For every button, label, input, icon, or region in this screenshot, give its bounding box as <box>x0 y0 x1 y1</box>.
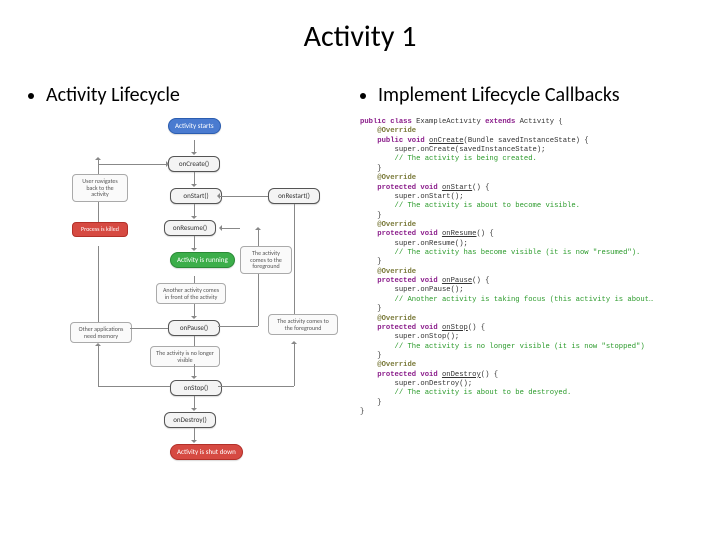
node-activity-shutdown: Activity is shut down <box>170 444 243 460</box>
kw: public void <box>360 137 429 145</box>
node-onresume: onResume() <box>164 220 216 236</box>
left-bullet-text: Activity Lifecycle <box>46 83 180 108</box>
kw: protected void <box>360 324 442 332</box>
arrow <box>98 386 170 387</box>
txt: } <box>360 258 382 266</box>
fn: onResume <box>442 230 477 238</box>
bullet-icon <box>28 93 34 99</box>
txt: super.onResume(); <box>360 240 468 248</box>
comment: // The activity is about to be destroyed… <box>360 389 571 397</box>
arrow <box>194 140 195 154</box>
txt: super.onCreate(savedInstanceState); <box>360 146 545 154</box>
txt: } <box>360 165 382 173</box>
annotation: @Override <box>360 268 416 276</box>
arrow <box>194 204 195 218</box>
arrow <box>98 202 99 222</box>
comment: // The activity is no longer visible (it… <box>360 343 645 351</box>
kw: extends <box>485 118 520 126</box>
node-onstop: onStop() <box>170 380 222 396</box>
arrow <box>130 328 168 329</box>
arrow <box>98 344 99 386</box>
left-column: Activity Lifecycle Activity starts onCre… <box>28 65 360 488</box>
note-to-foreground: The activity comes to the foreground <box>268 314 338 335</box>
right-column: Implement Lifecycle Callbacks public cla… <box>360 65 692 488</box>
note-foreground: The activity comes to the foreground <box>240 246 292 274</box>
txt: super.onStart(); <box>360 193 464 201</box>
kw: protected void <box>360 371 442 379</box>
txt: super.onDestroy(); <box>360 380 472 388</box>
annotation: @Override <box>360 361 416 369</box>
arrow <box>218 386 294 387</box>
txt: super.onPause(); <box>360 286 464 294</box>
txt: () { <box>481 371 498 379</box>
txt: } <box>360 399 382 407</box>
txt: (Bundle savedInstanceState) { <box>464 137 589 145</box>
arrow <box>258 274 259 326</box>
kw: public class <box>360 118 416 126</box>
kw: protected void <box>360 184 442 192</box>
annotation: @Override <box>360 174 416 182</box>
comment: // The activity has become visible (it i… <box>360 249 640 257</box>
txt: () { <box>472 277 489 285</box>
node-activity-starts: Activity starts <box>168 118 221 134</box>
kw: protected void <box>360 277 442 285</box>
fn: onDestroy <box>442 371 481 379</box>
arrow <box>194 236 195 250</box>
comment: // The activity is about to become visib… <box>360 202 580 210</box>
arrow <box>98 164 168 165</box>
txt: } <box>360 352 382 360</box>
comment: // The activity is being created. <box>360 155 537 163</box>
arrow <box>194 364 195 378</box>
bullet-icon <box>360 93 366 99</box>
arrow <box>194 172 195 186</box>
fn: onStart <box>442 184 472 192</box>
annotation: @Override <box>360 221 416 229</box>
code-sample: public class ExampleActivity extends Act… <box>360 118 680 418</box>
txt: } <box>360 408 364 416</box>
note-process-killed: Process is killed <box>72 222 128 237</box>
txt: super.onStop(); <box>360 333 459 341</box>
annotation: @Override <box>360 127 416 135</box>
arrow <box>294 204 295 320</box>
lifecycle-flowchart: Activity starts onCreate() onStart() onR… <box>58 118 358 488</box>
fn: onStop <box>442 324 468 332</box>
arrow <box>194 396 195 410</box>
note-other-apps: Other applications need memory <box>70 322 132 343</box>
note-nav-back: User navigates back to the activity <box>72 174 128 202</box>
node-onpause: onPause() <box>168 320 220 336</box>
left-bullet: Activity Lifecycle <box>28 83 360 108</box>
txt: } <box>360 305 382 313</box>
txt: () { <box>476 230 493 238</box>
node-onrestart: onRestart() <box>268 188 320 204</box>
txt: Activity { <box>520 118 563 126</box>
arrow <box>194 304 195 318</box>
arrow <box>218 326 258 327</box>
fn: onPause <box>442 277 472 285</box>
comment: // Another activity is taking focus (thi… <box>360 296 653 304</box>
content-columns: Activity Lifecycle Activity starts onCre… <box>0 65 720 488</box>
node-ondestroy: onDestroy() <box>164 412 216 428</box>
slide-title: Activity 1 <box>0 0 720 65</box>
fn: onCreate <box>429 137 464 145</box>
right-bullet: Implement Lifecycle Callbacks <box>360 83 692 108</box>
annotation: @Override <box>360 315 416 323</box>
txt: () { <box>468 324 485 332</box>
arrow <box>218 196 268 197</box>
arrow <box>194 428 195 442</box>
node-oncreate: onCreate() <box>168 156 220 172</box>
arrow <box>98 158 99 174</box>
arrow <box>98 246 99 322</box>
arrow <box>258 228 259 246</box>
arrow <box>220 228 240 229</box>
note-no-longer-visible: The activity is no longer visible <box>150 346 220 367</box>
txt: () { <box>472 184 489 192</box>
kw: protected void <box>360 230 442 238</box>
right-bullet-text: Implement Lifecycle Callbacks <box>378 83 620 108</box>
txt: } <box>360 212 382 220</box>
note-another-activity: Another activity comes in front of the a… <box>156 283 226 304</box>
node-activity-running: Activity is running <box>170 252 235 268</box>
txt: ExampleActivity <box>416 118 485 126</box>
arrow <box>294 342 295 386</box>
